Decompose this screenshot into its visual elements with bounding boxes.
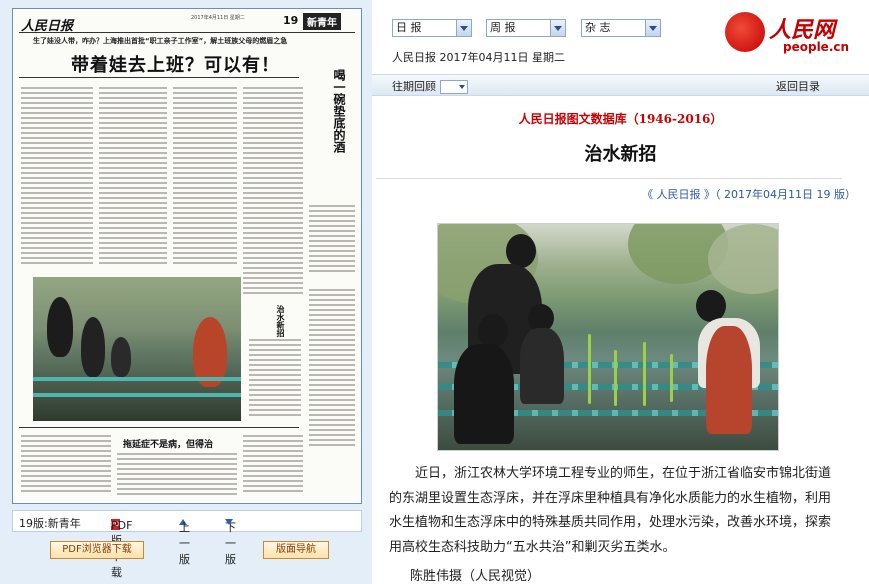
newspaper-text-column[interactable]: [117, 453, 237, 499]
newspaper-page-scan[interactable]: 人民日报 2017年4月11日 星期二 19 新青年 生了娃没人带，咋办？上海推…: [12, 8, 362, 504]
article-body: 近日，浙江农林大学环境工程专业的师生，在位于浙江省临安市锦北街道的东湖里设置生态…: [389, 466, 832, 555]
student-figure: [676, 290, 766, 440]
article-source[interactable]: 《 人民日报 》（ 2017年04月11日 19 版）: [642, 186, 856, 202]
sub-navigation-bar: 往期回顾 返回目录: [372, 74, 869, 96]
newspaper-photo-title[interactable]: 治水新招: [271, 305, 287, 337]
newspaper-text-column[interactable]: [309, 205, 355, 275]
dropdown-icon: [645, 20, 660, 36]
logo-text-en: people.cn: [783, 40, 850, 54]
dropdown-icon: [456, 20, 471, 36]
newspaper-text-column[interactable]: [21, 435, 111, 497]
newspaper-headline[interactable]: 带着娃去上班？可以有！: [71, 51, 280, 77]
back-issues-control[interactable]: 往期回顾: [392, 78, 468, 94]
newspaper-text-column[interactable]: [309, 289, 355, 449]
current-page-label: 19版:新青年: [19, 517, 81, 530]
weekly-select[interactable]: 周 报: [486, 19, 566, 37]
newspaper-text-column[interactable]: [99, 87, 167, 267]
newspaper-text-column[interactable]: [243, 435, 303, 497]
page-navigation-bar: 19版:新青年 PDFPDF版下载 上一版 下一版: [12, 510, 362, 579]
student-figure: [516, 304, 568, 404]
photo-credit: 陈胜伟摄（人民视觉）: [410, 569, 541, 584]
dropdown-icon: [550, 20, 565, 36]
title-divider: [376, 178, 842, 179]
newspaper-text-column[interactable]: [21, 87, 93, 267]
people-logo[interactable]: 人民网 people.cn: [725, 10, 855, 58]
newspaper-text-column[interactable]: [243, 87, 303, 297]
issue-date: 人民日报 2017年04月11日 星期二: [392, 51, 565, 64]
pdf-browser-download-button[interactable]: PDF浏览器下载: [50, 541, 144, 559]
article-photo: [437, 223, 779, 451]
newspaper-sub-headline[interactable]: 拖延症不是病，但得治: [123, 437, 213, 450]
back-to-toc-link[interactable]: 返回目录: [776, 78, 820, 94]
database-title: 人民日报图文数据库（1946-2016）: [518, 112, 723, 126]
masthead-rule: [19, 32, 355, 33]
paper-select[interactable]: 日 报: [392, 19, 472, 37]
newspaper-page-number: 19: [283, 14, 299, 27]
bottom-section-rule: [19, 427, 299, 428]
headline-rule: [19, 77, 299, 78]
newspaper-photo-thumbnail[interactable]: [33, 277, 241, 421]
newspaper-kicker: 生了娃没人带，咋办？上海推出首批“职工亲子工作室”，解土班族父母的燃眉之急: [33, 37, 288, 45]
newspaper-pane: 人民日报 2017年4月11日 星期二 19 新青年 生了娃没人带，咋办？上海推…: [0, 0, 372, 584]
article-title: 治水新招: [584, 144, 657, 165]
newspaper-side-title[interactable]: 喝一碗垫底的酒: [318, 69, 346, 153]
back-issues-select[interactable]: [439, 80, 468, 94]
magazine-select[interactable]: 杂 志: [581, 19, 661, 37]
newspaper-meta: 2017年4月11日 星期二: [191, 15, 245, 21]
arrow-down-icon: [225, 519, 233, 525]
newspaper-text-column[interactable]: [249, 339, 301, 417]
newspaper-section-badge: 新青年: [303, 13, 341, 30]
student-figure: [448, 314, 518, 444]
newspaper-text-column[interactable]: [173, 87, 237, 267]
page-navigation-button[interactable]: 版面导航: [263, 541, 329, 559]
people-logo-icon: [725, 12, 765, 52]
